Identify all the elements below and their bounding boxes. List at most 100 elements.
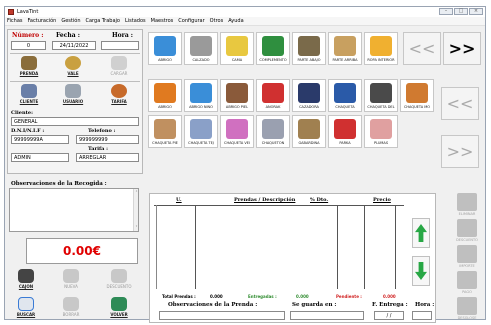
jacket-icon [226,119,248,139]
subcategory-prev-button[interactable]: << [441,87,479,120]
move-down-button[interactable] [412,256,430,286]
descuento-button[interactable]: DESCUENTO [104,269,134,291]
subcategory-abrigo[interactable]: ABRIGO [148,79,182,112]
arrow-down-icon [415,262,427,280]
tarifa-field[interactable]: ARREGLAR [76,153,139,162]
coat-icon [226,83,248,103]
hora-entrega-label: Hora : [415,302,435,308]
numero-label: Número : [12,32,44,39]
menu-maestros[interactable]: Maestros [151,18,174,24]
menu-bar: Fichas Facturación Gestión Carga Trabajo… [5,17,485,26]
subcategory-cazadora[interactable]: CAZADORA [292,79,326,112]
scrollbar[interactable]: ˄ ˅ [133,189,138,231]
voucher-icon [65,56,81,70]
category-cama[interactable]: CAMA [220,32,254,65]
subcategory-abrigo-piel[interactable]: ABRIGO PIEL [220,79,254,112]
prenda-button[interactable]: PRENDA [17,56,41,78]
usuario-field[interactable]: ADMIN [11,153,69,162]
drawer-icon [18,269,34,283]
subcategory-next-button[interactable]: >> [441,135,479,168]
menu-facturacion[interactable]: Facturación [28,18,57,24]
subcategory-gabardina[interactable]: GABARDINA [292,115,326,148]
fecha-entrega-field[interactable]: / / [374,311,404,320]
subcategory-chaqueta-vei[interactable]: CHAQUETA VEI [220,115,254,148]
header-price: Precio [373,197,391,203]
cargar-button[interactable]: CARGAR [107,56,131,78]
money-icon [457,245,477,263]
category-parte-abajo[interactable]: PARTE ABAJO [292,32,326,65]
subcategory-chaqueta-mo[interactable]: CHAQUETA MO [400,79,434,112]
cajon-button[interactable]: CAJON [13,269,39,291]
category-abrigo[interactable]: ABRIGO [148,32,182,65]
observaciones-prenda-field[interactable] [159,311,285,320]
shirt-icon [334,36,356,56]
borrar-button[interactable]: BORRAR [58,297,84,319]
vale-button[interactable]: VALE [61,56,85,78]
tarifa-label: Tarifa : [88,146,108,152]
total-prendas-value: 0.000 [210,294,223,299]
subcategory-chaqueta-pie[interactable]: CHAQUETA PIE [148,115,182,148]
fecha-field[interactable]: 24/11/2022 [52,41,96,50]
desglose-button[interactable]: DESGLOSE [452,297,482,325]
scroll-up-icon[interactable]: ˄ [134,190,139,195]
menu-listados[interactable]: Listados [125,18,146,24]
menu-fichas[interactable]: Fichas [7,18,23,24]
nueva-button[interactable]: NUEVA [58,269,84,291]
subcategory-parka[interactable]: PARKA [328,115,362,148]
shoe-icon [190,36,212,56]
subcategory-plumas[interactable]: PLUMAS [364,115,398,148]
menu-gestion[interactable]: Gestión [61,18,80,24]
header-units: U. [176,197,182,203]
se-guarda-field[interactable] [290,311,364,320]
maximize-button[interactable]: □ [454,8,468,15]
garment-icon [21,56,37,70]
numero-field[interactable]: 0 [11,41,46,50]
window-title: LavaTint [17,9,39,15]
category-next-button[interactable]: >> [443,32,481,65]
tarifa-button[interactable]: TARIFA [107,84,131,106]
dni-field[interactable]: 99999999A [11,135,69,144]
category-ropa-interior[interactable]: ROPA INTERIOR [364,32,398,65]
load-icon [111,56,127,70]
pendiente-label: Pendiente : [336,294,362,299]
cliente-button[interactable]: CLIENTE [17,84,41,106]
category-parte-arriba[interactable]: PARTE ARRIBA [328,32,362,65]
delete-icon [457,193,477,211]
hora-field[interactable] [101,41,139,50]
subcategory-chaqueton[interactable]: CHAQUETON [256,115,290,148]
subcategory-abrigo-nino[interactable]: ABRIGO NIÑO [184,79,218,112]
close-button[interactable]: × [469,8,483,15]
pendiente-value: 0.000 [383,294,396,299]
menu-ayuda[interactable]: Ayuda [228,18,243,24]
observaciones-prenda-label: Observaciones de la Prenda : [168,302,258,308]
subcategory-chaqueta-tej[interactable]: CHAQUETA TEJ [184,115,218,148]
move-up-button[interactable] [412,218,430,248]
menu-otros[interactable]: Otros [210,18,224,24]
hora-label: Hora : [112,32,134,39]
telefono-label: Telefono : [88,128,116,134]
volver-button[interactable]: VOLVER [104,297,134,319]
header-description: Prendas / Descripción [234,197,296,203]
cliente-field[interactable]: GENERAL [11,117,139,126]
minimize-button[interactable]: – [439,8,453,15]
jacket-icon [370,119,392,139]
buscar-button[interactable]: BUSCAR [13,297,39,319]
subcategory-anorak[interactable]: ANORAK [256,79,290,112]
coat-icon [190,83,212,103]
category-calzado[interactable]: CALZADO [184,32,218,65]
menu-configurar[interactable]: Configurar [178,18,204,24]
total-prendas-label: Total Prendas : [162,294,196,299]
hora-entrega-field[interactable] [412,311,432,320]
subcategory-chaqueta-del[interactable]: CHAQUETA DEL [364,79,398,112]
category-prev-button[interactable]: << [403,32,441,65]
coat-icon [154,83,176,103]
usuario-button[interactable]: USUARIO [61,84,85,106]
menu-carga-trabajo[interactable]: Carga Trabajo [86,18,120,24]
telefono-field[interactable]: 999999999 [76,135,139,144]
category-complemento[interactable]: COMPLEMENTO [256,32,290,65]
user-icon [65,84,81,98]
subcategory-chaqueta[interactable]: CHAQUETA [328,79,362,112]
scroll-down-icon[interactable]: ˅ [134,225,139,230]
observaciones-recogida-textarea[interactable]: ˄ ˅ [9,188,139,232]
coat-icon [262,119,284,139]
